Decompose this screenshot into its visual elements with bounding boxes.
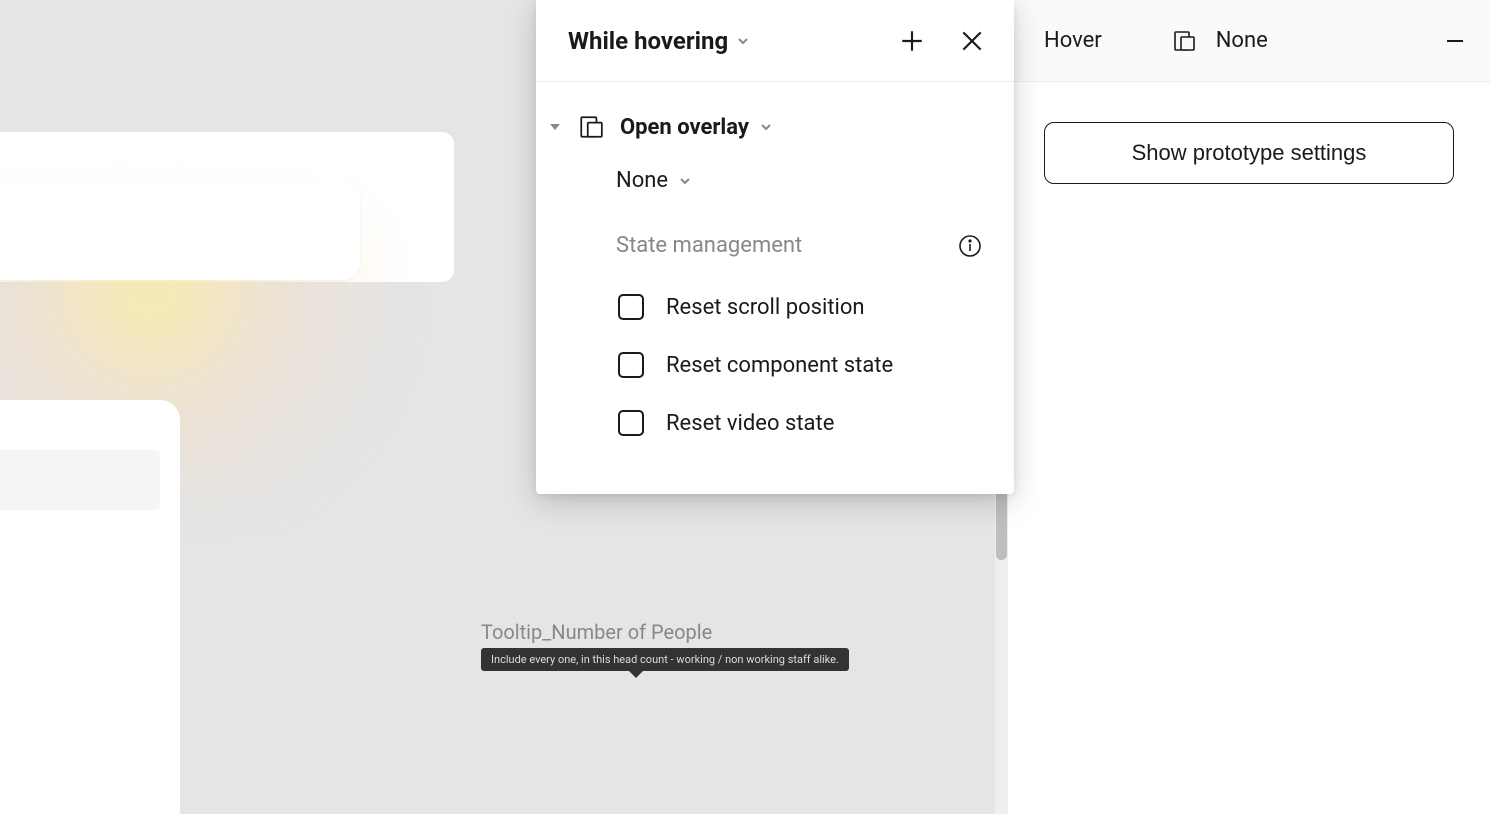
trigger-type-dropdown[interactable]: While hovering <box>568 27 896 55</box>
show-prototype-settings-button[interactable]: Show prototype settings <box>1044 122 1454 184</box>
collapse-chevron-icon[interactable] <box>548 120 562 134</box>
interaction-summary-row[interactable]: Hover None <box>1008 0 1490 82</box>
reset-scroll-checkbox-row[interactable]: Reset scroll position <box>548 278 982 336</box>
canvas-frame[interactable] <box>0 790 110 814</box>
chevron-down-icon <box>759 120 773 134</box>
popup-header: While hovering <box>536 0 1014 82</box>
reset-scroll-checkbox[interactable] <box>618 294 644 320</box>
reset-component-checkbox[interactable] <box>618 352 644 378</box>
action-type-label: Open overlay <box>620 115 749 140</box>
destination-dropdown[interactable]: None <box>616 168 692 193</box>
chevron-down-icon <box>678 174 692 188</box>
tooltip-frame[interactable]: Include every one, in this head count - … <box>481 648 849 671</box>
overlay-icon <box>1172 29 1196 53</box>
popup-body: Open overlay None State manag <box>536 82 1014 494</box>
state-management-heading-row: State management <box>548 223 982 278</box>
interaction-details-popup: While hovering <box>536 0 1014 494</box>
state-management-heading: State management <box>616 233 958 258</box>
add-action-button[interactable] <box>896 25 928 57</box>
prototype-settings-section: Show prototype settings <box>1008 82 1490 224</box>
canvas-frame[interactable] <box>0 180 360 280</box>
destination-label: None <box>1216 28 1420 53</box>
close-popup-button[interactable] <box>956 25 988 57</box>
reset-video-checkbox-row[interactable]: Reset video state <box>548 394 982 452</box>
right-properties-panel: Hover None Show prototype settings <box>1008 0 1490 814</box>
reset-component-label: Reset component state <box>666 353 893 378</box>
reset-component-checkbox-row[interactable]: Reset component state <box>548 336 982 394</box>
chevron-down-icon <box>736 34 750 48</box>
frame-name-label[interactable]: Tooltip_Number of People <box>481 620 712 644</box>
destination-row[interactable]: None <box>548 160 982 223</box>
info-icon[interactable] <box>958 234 982 258</box>
reset-video-checkbox[interactable] <box>618 410 644 436</box>
action-type-dropdown[interactable]: Open overlay <box>620 115 773 140</box>
reset-scroll-label: Reset scroll position <box>666 295 865 320</box>
trigger-label: Hover <box>1044 28 1102 53</box>
overlay-icon <box>578 114 604 140</box>
action-type-row[interactable]: Open overlay <box>548 106 982 160</box>
destination-value: None <box>616 168 668 193</box>
remove-interaction-button[interactable] <box>1440 26 1470 56</box>
reset-video-label: Reset video state <box>666 411 834 436</box>
popup-title-text: While hovering <box>568 27 728 55</box>
canvas-frame[interactable] <box>0 450 160 510</box>
